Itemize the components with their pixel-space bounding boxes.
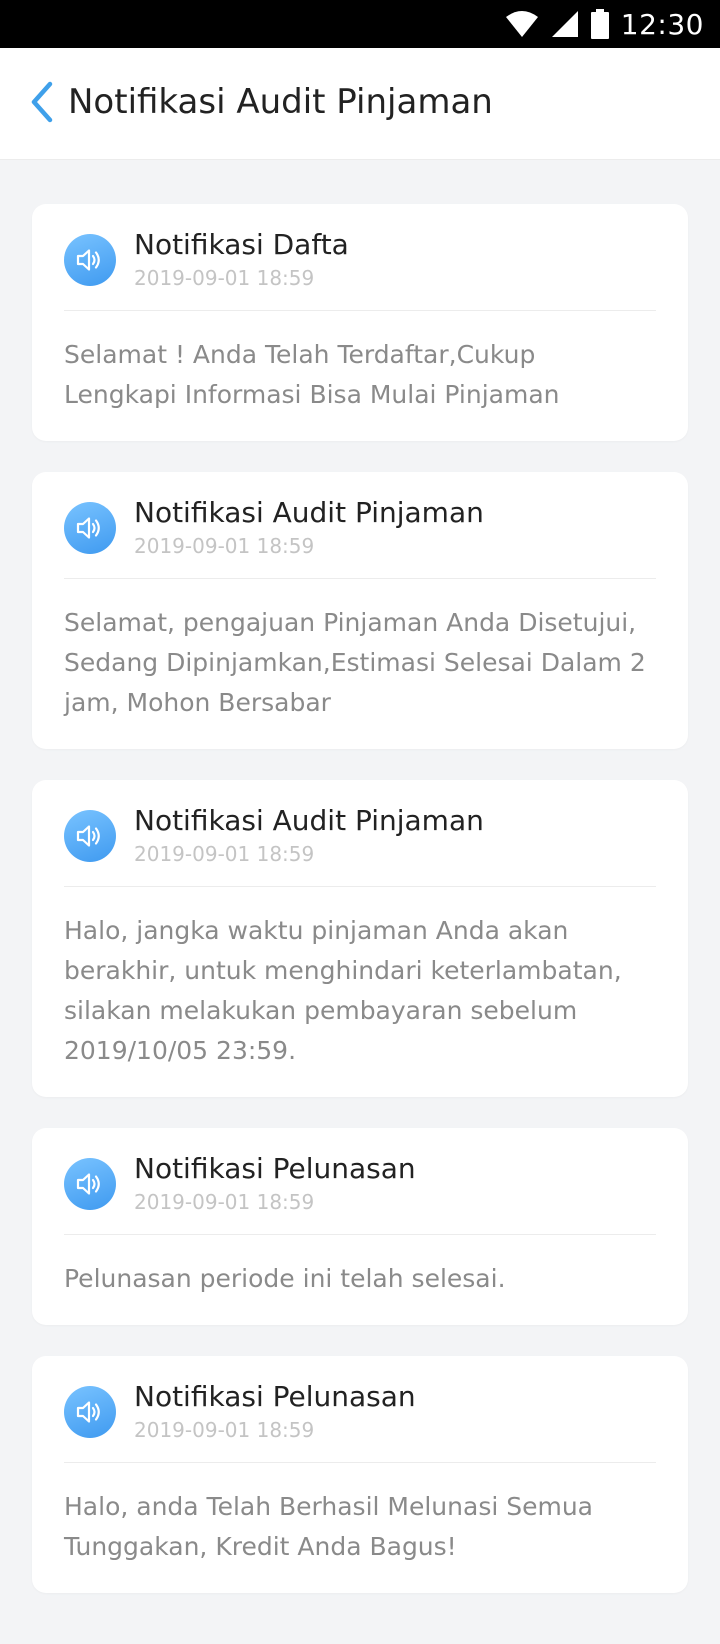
notification-card[interactable]: Notifikasi Pelunasan 2019-09-01 18:59 Ha… bbox=[32, 1356, 688, 1593]
back-button[interactable] bbox=[20, 76, 64, 128]
notification-card[interactable]: Notifikasi Audit Pinjaman 2019-09-01 18:… bbox=[32, 780, 688, 1097]
notification-time: 2019-09-01 18:59 bbox=[134, 842, 315, 866]
notification-header: Notifikasi Audit Pinjaman 2019-09-01 18:… bbox=[64, 780, 656, 887]
notification-message: Pelunasan periode ini telah selesai. bbox=[64, 1264, 506, 1293]
app-header: Notifikasi Audit Pinjaman bbox=[0, 48, 720, 160]
notification-header: Notifikasi Pelunasan 2019-09-01 18:59 bbox=[64, 1128, 656, 1235]
page-title: Notifikasi Audit Pinjaman bbox=[68, 82, 493, 122]
notification-title: Notifikasi Pelunasan bbox=[134, 1380, 416, 1413]
signal-icon bbox=[551, 11, 578, 37]
notification-message: Halo, anda Telah Berhasil Melunasi Semua… bbox=[64, 1492, 594, 1561]
notification-message: Halo, jangka waktu pinjaman Anda akan be… bbox=[64, 916, 622, 1065]
speaker-icon bbox=[64, 1386, 116, 1438]
notification-title: Notifikasi Audit Pinjaman bbox=[134, 804, 484, 837]
speaker-icon bbox=[64, 234, 116, 286]
speaker-icon bbox=[64, 810, 116, 862]
notification-time: 2019-09-01 18:59 bbox=[134, 534, 315, 558]
notification-header: Notifikasi Pelunasan 2019-09-01 18:59 bbox=[64, 1356, 656, 1463]
status-time: 12:30 bbox=[620, 7, 704, 41]
status-bar: 12:30 bbox=[0, 0, 720, 48]
status-icons: 12:30 bbox=[505, 0, 704, 48]
notification-card[interactable]: Notifikasi Dafta 2019-09-01 18:59 Selama… bbox=[32, 204, 688, 441]
battery-icon bbox=[590, 9, 609, 39]
notification-time: 2019-09-01 18:59 bbox=[134, 1190, 315, 1214]
notification-header: Notifikasi Audit Pinjaman 2019-09-01 18:… bbox=[64, 472, 656, 579]
notification-header: Notifikasi Dafta 2019-09-01 18:59 bbox=[64, 204, 656, 311]
notification-list: Notifikasi Dafta 2019-09-01 18:59 Selama… bbox=[32, 204, 688, 1624]
notification-card[interactable]: Notifikasi Audit Pinjaman 2019-09-01 18:… bbox=[32, 472, 688, 749]
notification-title: Notifikasi Pelunasan bbox=[134, 1152, 416, 1185]
notification-title: Notifikasi Audit Pinjaman bbox=[134, 496, 484, 529]
notification-time: 2019-09-01 18:59 bbox=[134, 1418, 315, 1442]
wifi-icon bbox=[505, 11, 538, 37]
notification-title: Notifikasi Dafta bbox=[134, 228, 349, 261]
notification-message: Selamat, pengajuan Pinjaman Anda Disetuj… bbox=[64, 608, 646, 717]
notification-card[interactable]: Notifikasi Pelunasan 2019-09-01 18:59 Pe… bbox=[32, 1128, 688, 1325]
notification-time: 2019-09-01 18:59 bbox=[134, 266, 315, 290]
chevron-left-icon bbox=[31, 81, 53, 123]
notification-message: Selamat ! Anda Telah Terdaftar,Cukup Len… bbox=[64, 340, 560, 409]
speaker-icon bbox=[64, 502, 116, 554]
speaker-icon bbox=[64, 1158, 116, 1210]
